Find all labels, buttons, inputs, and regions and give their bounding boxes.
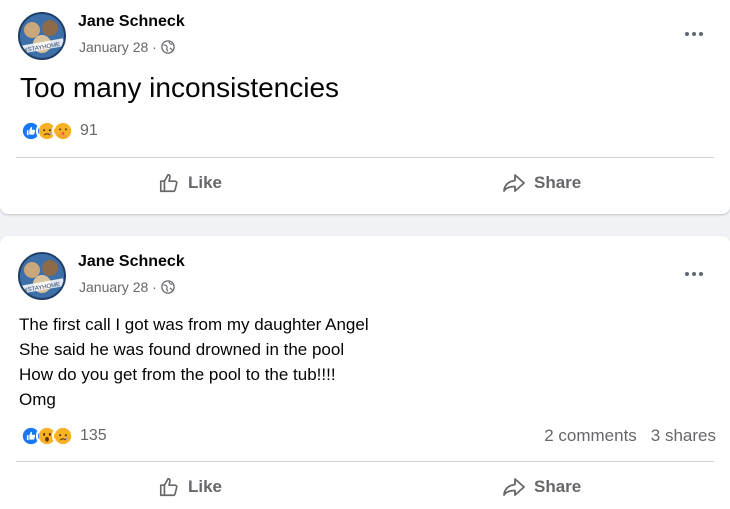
post-text: The first call I got was from my daughte… — [19, 312, 369, 412]
post-card: #STAYHOME Jane Schneck January 28 · The … — [0, 236, 730, 509]
author-name[interactable]: Jane Schneck — [78, 13, 185, 31]
reaction-count[interactable]: 91 — [80, 122, 98, 140]
reactions-summary[interactable]: 91 — [20, 120, 98, 142]
globe-icon[interactable] — [161, 280, 175, 294]
divider — [16, 461, 714, 462]
post-text-line: The first call I got was from my daughte… — [19, 315, 369, 334]
post-date[interactable]: January 28 · — [79, 279, 157, 295]
avatar[interactable]: #STAYHOME — [18, 252, 66, 300]
share-button[interactable]: Share — [502, 172, 581, 194]
post-text: Too many inconsistencies — [20, 72, 340, 103]
reactions-summary[interactable]: 135 — [20, 425, 107, 447]
care-reaction-icon — [52, 120, 74, 142]
globe-icon[interactable] — [161, 40, 175, 54]
avatar[interactable]: #STAYHOME — [18, 12, 66, 60]
post-text-line: How do you get from the pool to the tub!… — [19, 365, 336, 384]
divider — [16, 157, 714, 158]
sad-reaction-icon — [52, 425, 74, 447]
more-options-icon[interactable] — [682, 24, 706, 44]
post-text-line: She said he was found drowned in the poo… — [19, 340, 345, 359]
share-label: Share — [534, 477, 582, 496]
shares-count[interactable]: 3 shares — [651, 426, 716, 446]
author-name[interactable]: Jane Schneck — [78, 253, 185, 271]
like-label: Like — [188, 173, 223, 192]
more-options-icon[interactable] — [682, 264, 706, 284]
share-label: Share — [534, 173, 582, 192]
reaction-count[interactable]: 135 — [80, 427, 107, 445]
like-button[interactable]: Like — [158, 476, 222, 498]
post-meta: January 28 · — [79, 279, 175, 295]
like-button[interactable]: Like — [158, 172, 222, 194]
like-label: Like — [188, 477, 223, 496]
share-arrow-icon — [503, 174, 525, 192]
thumbs-up-icon — [159, 477, 178, 497]
engagement-stats: 2 comments 3 shares — [544, 426, 716, 446]
post-meta: January 28 · — [79, 39, 175, 55]
post-card: #STAYHOME Jane Schneck January 28 · Too … — [0, 0, 730, 214]
share-button[interactable]: Share — [502, 476, 581, 498]
post-text-line: Omg — [19, 390, 56, 409]
thumbs-up-icon — [159, 173, 178, 193]
comments-count[interactable]: 2 comments — [544, 426, 637, 446]
share-arrow-icon — [503, 478, 525, 496]
post-date[interactable]: January 28 · — [79, 39, 157, 55]
